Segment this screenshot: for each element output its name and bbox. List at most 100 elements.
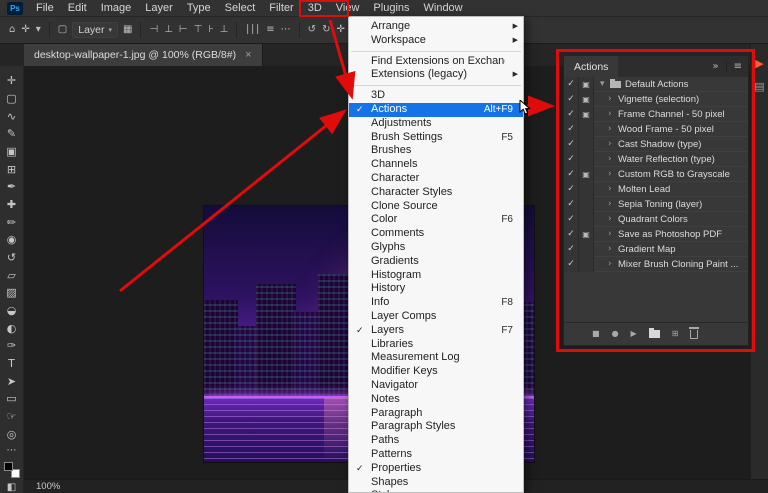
menubar-plugins[interactable]: Plugins <box>366 0 416 17</box>
quick-selection-tool[interactable]: ✎ <box>0 125 24 143</box>
dialog-toggle[interactable]: ▣ <box>579 181 594 197</box>
expand-arrow-icon[interactable]: › <box>608 94 615 104</box>
align-options-ellipsis-icon[interactable]: ⋯ <box>278 25 294 35</box>
dialog-toggle[interactable]: ▣ <box>579 241 594 257</box>
window-menu-item[interactable]: ✓ Arrange ▶ <box>349 20 523 34</box>
dialog-toggle[interactable]: ▣ <box>579 77 594 92</box>
window-menu-item[interactable]: ✓ Brush Settings F5 ▶ <box>349 131 523 145</box>
rectangular-marquee-tool[interactable]: ▢ <box>0 90 24 108</box>
window-menu-item[interactable]: ✓ Layers F7 ▶ <box>349 324 523 338</box>
action-row[interactable]: ✓ ▣ › Vignette (selection) <box>564 91 748 107</box>
include-checkbox[interactable]: ✓ <box>564 196 579 212</box>
window-menu-item[interactable]: ✓ Channels ▶ <box>349 158 523 172</box>
menubar-file[interactable]: File <box>29 0 61 17</box>
include-checkbox[interactable]: ✓ <box>564 91 579 107</box>
3d-rotate-icon[interactable]: ↺ <box>305 25 319 35</box>
expand-arrow-icon[interactable]: › <box>608 139 615 149</box>
distribute-horizontal-icon[interactable]: ∣∣∣ <box>242 25 263 35</box>
path-selection-tool[interactable]: ➤ <box>0 372 24 390</box>
action-row[interactable]: ✓ ▣ › Molten Lead <box>564 181 748 197</box>
dialog-toggle[interactable]: ▣ <box>579 136 594 152</box>
window-menu-item[interactable]: ✓ Histogram ▶ <box>349 269 523 283</box>
include-checkbox[interactable]: ✓ <box>564 226 579 242</box>
actions-panel-tab[interactable]: Actions <box>564 56 619 77</box>
delete-button[interactable] <box>689 326 700 339</box>
dialog-toggle[interactable]: ▣ <box>579 196 594 212</box>
auto-select-checkbox[interactable]: ▢ <box>55 25 70 35</box>
tool-preset-caret-icon[interactable]: ▾ <box>33 25 44 35</box>
align-middle-icon[interactable]: ⊦ <box>205 25 216 35</box>
window-menu-item[interactable]: ✓ History ▶ <box>349 282 523 296</box>
menubar-select[interactable]: Select <box>218 0 263 17</box>
menubar-image[interactable]: Image <box>94 0 139 17</box>
window-menu-item[interactable]: ✓ Properties ▶ <box>349 462 523 476</box>
history-brush-tool[interactable]: ↺ <box>0 249 24 267</box>
menubar-3d[interactable]: 3D <box>301 0 329 17</box>
action-row[interactable]: ✓ ▣ ▾ Default Actions <box>564 77 748 92</box>
clone-stamp-tool[interactable]: ◉ <box>0 231 24 249</box>
collapse-panel-icon[interactable]: » <box>712 61 718 72</box>
rectangle-tool[interactable]: ▭ <box>0 390 24 408</box>
dialog-toggle[interactable]: ▣ <box>579 106 594 122</box>
window-menu-item[interactable]: ✓ Paragraph Styles ▶ <box>349 420 523 434</box>
window-menu-item[interactable]: ✓ Find Extensions on Exchange (legacy)..… <box>349 55 523 69</box>
expand-arrow-icon[interactable]: › <box>608 259 615 269</box>
type-tool[interactable]: T <box>0 355 24 373</box>
include-checkbox[interactable]: ✓ <box>564 151 579 167</box>
window-menu-item[interactable]: ✓ Measurement Log ▶ <box>349 351 523 365</box>
menubar-layer[interactable]: Layer <box>138 0 180 17</box>
menubar-type[interactable]: Type <box>180 0 218 17</box>
expand-arrow-icon[interactable]: › <box>608 124 615 134</box>
window-menu-item[interactable]: ✓ 3D ▶ <box>349 89 523 103</box>
menubar-window[interactable]: Window <box>417 0 470 17</box>
blur-tool[interactable]: ◒ <box>0 302 24 320</box>
window-menu-item[interactable]: ✓ Styles ▶ <box>349 489 523 492</box>
include-checkbox[interactable]: ✓ <box>564 181 579 197</box>
expand-arrow-icon[interactable]: › <box>608 169 615 179</box>
gradient-tool[interactable]: ▨ <box>0 284 24 302</box>
action-row[interactable]: ✓ ▣ › Wood Frame - 50 pixel <box>564 121 748 137</box>
foreground-color-swatch[interactable] <box>3 462 13 472</box>
include-checkbox[interactable]: ✓ <box>564 106 579 122</box>
window-menu-item[interactable]: ✓ Extensions (legacy) ▶ <box>349 68 523 82</box>
eyedropper-tool[interactable]: ✒ <box>0 178 24 196</box>
window-menu-item[interactable]: ✓ Brushes ▶ <box>349 144 523 158</box>
window-menu-item[interactable]: ✓ Adjustments ▶ <box>349 117 523 131</box>
zoom-level[interactable]: 100% <box>36 481 60 492</box>
expand-arrow-icon[interactable]: › <box>608 199 615 209</box>
expand-arrow-icon[interactable]: › <box>608 184 615 194</box>
window-menu-item[interactable]: ✓ Workspace ▶ <box>349 34 523 48</box>
action-row[interactable]: ✓ ▣ › Sepia Toning (layer) <box>564 196 748 212</box>
window-menu-item[interactable]: ✓ Notes ▶ <box>349 393 523 407</box>
window-menu-item[interactable]: ✓ Paths ▶ <box>349 434 523 448</box>
include-checkbox[interactable]: ✓ <box>564 211 579 227</box>
dialog-toggle[interactable]: ▣ <box>579 256 594 272</box>
crop-tool[interactable]: ▣ <box>0 143 24 161</box>
spot-healing-brush-tool[interactable]: ✚ <box>0 196 24 214</box>
3d-roll-icon[interactable]: ↻ <box>319 25 333 35</box>
window-menu-item[interactable]: ✓ Paragraph ▶ <box>349 407 523 421</box>
dialog-toggle[interactable]: ▣ <box>579 121 594 137</box>
window-menu-item[interactable]: ✓ Patterns ▶ <box>349 448 523 462</box>
color-swatches[interactable] <box>3 462 20 479</box>
expand-arrow-icon[interactable]: › <box>608 229 615 239</box>
align-bottom-icon[interactable]: ⊥ <box>217 25 232 35</box>
frame-tool[interactable]: ⊞ <box>0 160 24 178</box>
menubar-filter[interactable]: Filter <box>262 0 300 17</box>
lasso-tool[interactable]: ∿ <box>0 107 24 125</box>
action-row[interactable]: ✓ ▣ › Quadrant Colors <box>564 211 748 227</box>
window-menu-item[interactable]: ✓ Modifier Keys ▶ <box>349 365 523 379</box>
include-checkbox[interactable]: ✓ <box>564 121 579 137</box>
action-row[interactable]: ✓ ▣ › Water Reflection (type) <box>564 151 748 167</box>
window-menu-item[interactable]: ✓ Info F8 ▶ <box>349 296 523 310</box>
include-checkbox[interactable]: ✓ <box>564 77 579 92</box>
action-row[interactable]: ✓ ▣ › Save as Photoshop PDF <box>564 226 748 242</box>
action-row[interactable]: ✓ ▣ › Custom RGB to Grayscale <box>564 166 748 182</box>
include-checkbox[interactable]: ✓ <box>564 166 579 182</box>
move-tool[interactable]: ✛ <box>0 72 24 90</box>
stop-playing-button[interactable]: ■ <box>592 330 600 338</box>
home-icon[interactable]: ⌂ <box>6 25 18 35</box>
window-menu-item[interactable]: ✓ Character Styles ▶ <box>349 186 523 200</box>
window-menu-item[interactable]: ✓ Libraries ▶ <box>349 338 523 352</box>
dock-panel-gray-icon[interactable]: ▤ <box>754 81 764 92</box>
